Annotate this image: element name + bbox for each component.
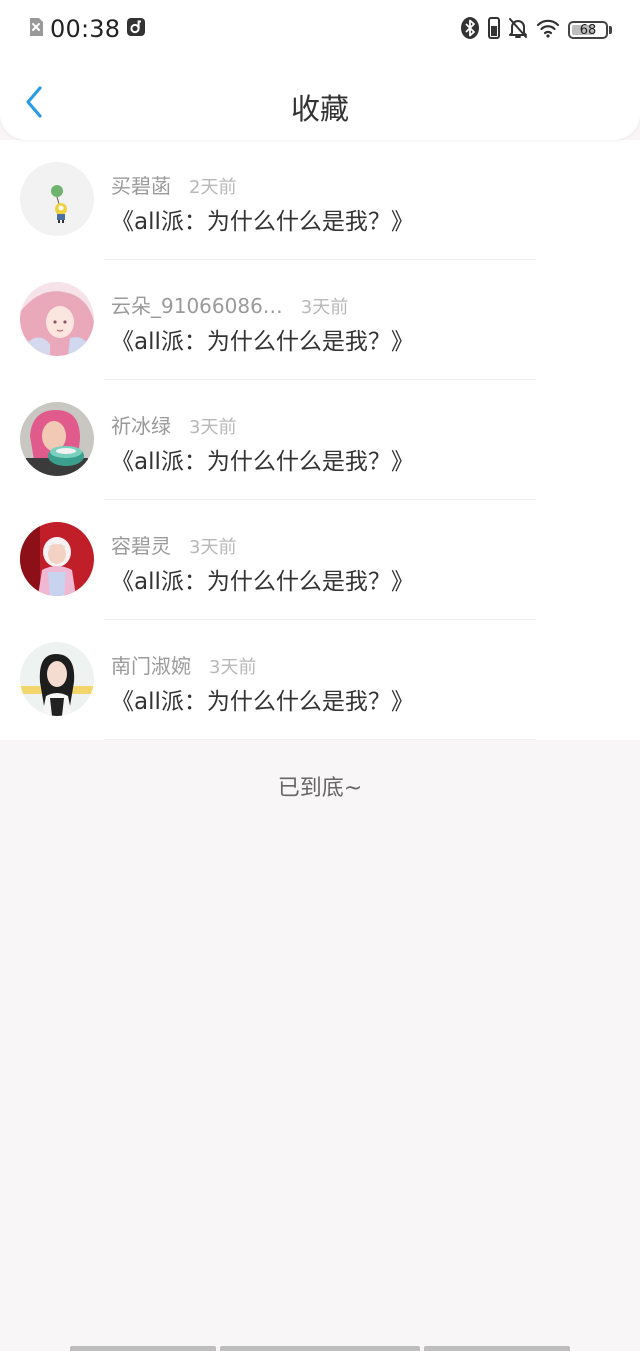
status-bar: 00:38 68: [0, 0, 640, 58]
list-item[interactable]: 祈冰绿 3天前 《all派：为什么什么是我？》: [0, 380, 640, 500]
list-item[interactable]: 南门淑婉 3天前 《all派：为什么什么是我？》: [0, 620, 640, 740]
header: 00:38 68 收藏: [0, 0, 640, 140]
battery-indicator: 68: [568, 21, 608, 39]
bluetooth-icon: [460, 16, 480, 44]
favorites-list: 买碧菡 2天前 《all派：为什么什么是我？》 云朵_91066086… 3天前…: [0, 140, 640, 740]
divider: [104, 739, 536, 740]
nav-bar: 收藏: [0, 68, 640, 140]
avatar[interactable]: [20, 642, 94, 716]
bell-off-icon: [508, 17, 528, 43]
status-bar-right: 68: [460, 16, 612, 44]
item-title[interactable]: 《all派：为什么什么是我？》: [111, 322, 414, 356]
battery-percent: 68: [579, 22, 597, 38]
battery-icon: 68: [568, 21, 612, 39]
item-title[interactable]: 《all派：为什么什么是我？》: [111, 442, 414, 476]
item-title[interactable]: 《all派：为什么什么是我？》: [111, 562, 414, 596]
item-meta: 云朵_91066086… 3天前: [111, 290, 348, 319]
timestamp: 3天前: [300, 297, 349, 318]
avatar[interactable]: [20, 282, 94, 356]
wifi-icon: [536, 18, 560, 42]
status-time: 00:38: [50, 15, 121, 43]
battery-tip: [609, 26, 612, 34]
gesture-bar-center: [220, 1346, 420, 1351]
item-title[interactable]: 《all派：为什么什么是我？》: [111, 202, 414, 236]
item-title[interactable]: 《all派：为什么什么是我？》: [111, 682, 414, 716]
timestamp: 2天前: [189, 177, 237, 198]
username[interactable]: 南门淑婉: [111, 650, 191, 679]
avatar[interactable]: [20, 522, 94, 596]
vibrate-icon: [488, 17, 500, 43]
gesture-bar-left: [70, 1346, 216, 1351]
avatar[interactable]: [20, 162, 94, 236]
item-meta: 买碧菡 2天前: [111, 170, 236, 199]
timestamp: 3天前: [209, 657, 257, 678]
end-of-list-text: 已到底~: [277, 776, 363, 801]
sim-off-icon: [28, 17, 44, 41]
username[interactable]: 容碧灵: [111, 530, 171, 559]
list-item[interactable]: 云朵_91066086… 3天前 《all派：为什么什么是我？》: [0, 260, 640, 380]
username[interactable]: 祈冰绿: [111, 410, 171, 439]
timestamp: 3天前: [189, 537, 237, 558]
item-meta: 南门淑婉 3天前: [111, 650, 256, 679]
username[interactable]: 买碧菡: [111, 170, 171, 199]
list-item[interactable]: 买碧菡 2天前 《all派：为什么什么是我？》: [0, 140, 640, 260]
item-meta: 祈冰绿 3天前: [111, 410, 236, 439]
app-notification-icon: [126, 17, 146, 41]
avatar[interactable]: [20, 402, 94, 476]
username[interactable]: 云朵_91066086…: [111, 290, 283, 319]
item-meta: 容碧灵 3天前: [111, 530, 236, 559]
page-title: 收藏: [290, 92, 349, 126]
gesture-bar-right: [424, 1346, 570, 1351]
list-item[interactable]: 容碧灵 3天前 《all派：为什么什么是我？》: [0, 500, 640, 620]
timestamp: 3天前: [189, 417, 237, 438]
status-bar-left: 00:38: [28, 15, 146, 43]
